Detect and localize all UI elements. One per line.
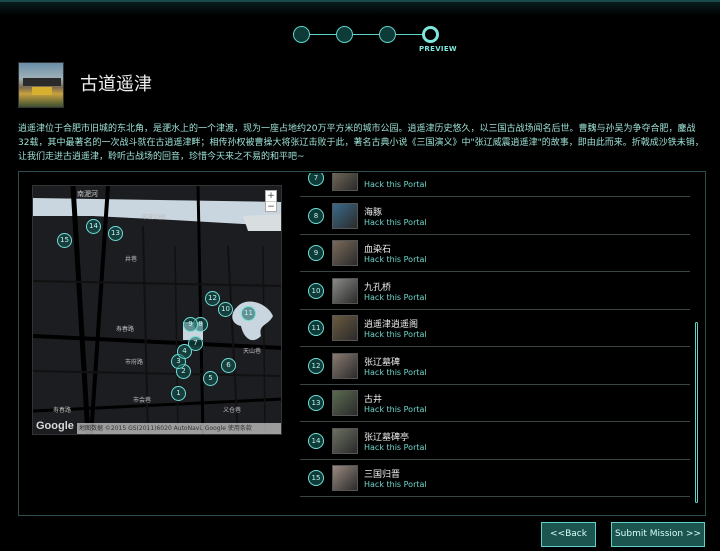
portal-thumbnail[interactable] (332, 173, 358, 191)
zoom-out-button[interactable]: − (266, 202, 276, 213)
step-preview-label: PREVIEW (419, 45, 457, 53)
hack-portal-link[interactable]: Hack this Portal (364, 443, 427, 452)
portal-number-badge: 11 (308, 320, 324, 336)
street-label-huancheng: 环城公园 (141, 214, 165, 221)
stepper-line (301, 34, 431, 35)
street-label-huaihe: 市府路 (125, 358, 143, 366)
portal-thumbnail[interactable] (332, 202, 358, 229)
mission-title: 古道遥津 (80, 74, 152, 95)
portal-number-badge: 12 (308, 357, 324, 374)
zoom-in-button[interactable]: + (266, 191, 276, 202)
portal-row[interactable]: 8 海豚 Hack this Portal (300, 198, 690, 235)
mission-description: 逍遥津位于合肥市旧城的东北角，是淝水上的一个津渡，现为一座占地约20万平方米的城… (18, 124, 704, 162)
map-pin-5[interactable]: 5 (203, 371, 218, 386)
portal-thumbnail[interactable] (332, 277, 358, 304)
portal-name: 逍遥津逍遥阁 (364, 320, 419, 330)
portal-list[interactable]: 7 Hack this Portal 8 海豚 Hack this Portal 9 血染石… (300, 173, 704, 504)
map-attribution[interactable]: 地图数据 ©2015 GS(2011)6020 AutoNavi, Google… (77, 423, 281, 434)
portal-number-badge: 7 (308, 173, 324, 186)
portal-row[interactable]: 13 古井 Hack this Portal (300, 385, 690, 422)
map-pin-13[interactable]: 13 (108, 226, 123, 241)
street-label-yicang: 义仓巷 (223, 406, 241, 414)
portal-name: 血染石 (364, 245, 392, 255)
street-label-shouchun: 寿春路 (53, 406, 71, 414)
portal-number-badge: 14 (308, 432, 324, 449)
portal-thumbnail[interactable] (332, 240, 358, 266)
portal-name: 九孔桥 (364, 282, 392, 293)
step-1[interactable] (293, 26, 310, 43)
portal-thumbnail[interactable] (332, 427, 358, 454)
portal-name: 古井 (364, 395, 383, 405)
hack-portal-link[interactable]: Hack this Portal (364, 255, 427, 264)
step-2[interactable] (336, 26, 353, 43)
portal-number-badge: 13 (308, 395, 324, 411)
map-pin-14[interactable]: 14 (86, 219, 101, 234)
hack-portal-link[interactable]: Hack this Portal (364, 368, 427, 377)
step-preview[interactable] (422, 26, 439, 43)
thumbnail-roof (23, 78, 61, 86)
street-label-fuchun: 寿春路 (116, 325, 134, 333)
map-pin-1[interactable]: 1 (171, 386, 186, 401)
hack-portal-link[interactable]: Hack this Portal (364, 405, 427, 414)
hack-portal-link[interactable]: Hack this Portal (364, 218, 427, 227)
portal-map[interactable]: 南淝河 环城公园 井巷 寿春路 市府路 寿春路 市会巷 义仓巷 天山巷 1 2 … (32, 185, 282, 435)
hack-portal-link[interactable]: Hack this Portal (364, 480, 427, 489)
hack-portal-link[interactable]: Hack this Portal (364, 293, 427, 302)
portal-number-badge: 10 (308, 282, 324, 299)
step-3[interactable] (379, 26, 396, 43)
portal-row[interactable]: 10 九孔桥 Hack this Portal (300, 273, 690, 310)
portal-name: 张辽墓碑亭 (364, 432, 410, 443)
map-pin-10[interactable]: 10 (218, 302, 233, 317)
portal-thumbnail[interactable] (332, 390, 358, 416)
portal-row[interactable]: 9 血染石 Hack this Portal (300, 235, 690, 272)
back-button[interactable]: <<Back (541, 522, 596, 547)
map-pin-11[interactable]: 11 (241, 306, 256, 321)
portal-list-scrollbar[interactable] (695, 322, 698, 503)
street-label-nanfeihe: 南淝河 (77, 189, 98, 198)
portal-thumbnail[interactable] (332, 352, 358, 379)
street-label-tianshan: 天山巷 (243, 347, 261, 355)
street-label-jingxiang: 井巷 (125, 255, 137, 263)
portal-row[interactable]: 12 张辽墓碑 Hack this Portal (300, 348, 690, 385)
portal-thumbnail[interactable] (332, 315, 358, 341)
map-pin-7[interactable]: 7 (188, 336, 203, 351)
portal-name: 海豚 (364, 207, 383, 218)
google-logo[interactable]: Google (36, 420, 74, 432)
mission-panel: 南淝河 环城公园 井巷 寿春路 市府路 寿春路 市会巷 义仓巷 天山巷 1 2 … (18, 171, 706, 516)
map-pin-12[interactable]: 12 (205, 291, 220, 306)
mission-stepper: PREVIEW (291, 26, 457, 56)
map-pin-15[interactable]: 15 (57, 233, 72, 248)
mission-thumbnail (18, 62, 64, 108)
portal-number-badge: 9 (308, 245, 324, 261)
top-bar (0, 0, 720, 16)
portal-thumbnail[interactable] (332, 465, 358, 491)
hack-portal-link[interactable]: Hack this Portal (364, 180, 427, 189)
portal-number-badge: 8 (308, 207, 324, 224)
portal-name: 张辽墓碑 (364, 357, 401, 368)
map-pin-6[interactable]: 6 (221, 358, 236, 373)
portal-name: 三国归晋 (364, 470, 401, 480)
street-label-shihui: 市会巷 (133, 396, 151, 404)
portal-row[interactable]: 11 逍遥津逍遥阁 Hack this Portal (300, 310, 690, 347)
map-pin-9[interactable]: 9 (183, 317, 198, 332)
thumbnail-sign (32, 87, 52, 95)
submit-mission-button[interactable]: Submit Mission >> (611, 522, 705, 547)
portal-row[interactable]: 7 Hack this Portal (300, 173, 690, 197)
portal-row[interactable]: 15 三国归晋 Hack this Portal (300, 460, 690, 497)
map-zoom-control: + − (265, 190, 277, 212)
hack-portal-link[interactable]: Hack this Portal (364, 330, 427, 339)
portal-number-badge: 15 (308, 470, 324, 486)
portal-row[interactable]: 14 张辽墓碑亭 Hack this Portal (300, 423, 690, 460)
